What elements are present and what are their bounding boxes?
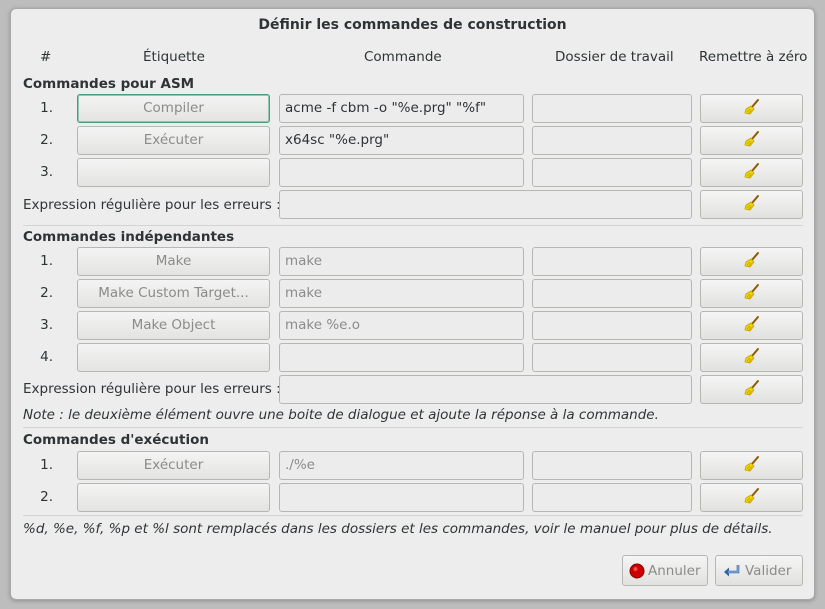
asm-label-button-2[interactable]: Exécuter: [77, 126, 270, 155]
header-reset: Remettre à zéro: [699, 49, 808, 65]
indep-workdir-field-4[interactable]: [532, 343, 692, 372]
row-number: 1.: [40, 253, 53, 269]
row-number: 2.: [40, 285, 53, 301]
stop-circle-icon: [629, 563, 645, 579]
asm-regex-field[interactable]: [279, 190, 692, 219]
row-number: 3.: [40, 164, 53, 180]
indep-command-field-2[interactable]: make: [279, 279, 524, 308]
section-execute-title: Commandes d'exécution: [23, 432, 209, 448]
row-number: 3.: [40, 317, 53, 333]
asm-regex-label: Expression régulière pour les erreurs :: [23, 197, 281, 213]
header-command: Commande: [364, 49, 442, 65]
exec-label-button-1[interactable]: Exécuter: [77, 451, 270, 480]
ok-button[interactable]: Valider: [715, 555, 803, 586]
cancel-button[interactable]: Annuler: [622, 555, 708, 586]
indep-reset-button-3[interactable]: [700, 311, 803, 340]
section-asm-title: Commandes pour ASM: [23, 76, 195, 92]
broom-icon: [743, 130, 761, 152]
asm-reset-button-1[interactable]: [700, 94, 803, 123]
dialog-title: Définir les commandes de construction: [258, 17, 567, 33]
exec-workdir-field-2[interactable]: [532, 483, 692, 512]
indep-reset-button-2[interactable]: [700, 279, 803, 308]
broom-icon: [743, 98, 761, 120]
indep-label-button-4[interactable]: [77, 343, 270, 372]
indep-reset-button-1[interactable]: [700, 247, 803, 276]
enter-arrow-icon: [722, 563, 742, 579]
broom-icon: [743, 283, 761, 305]
asm-label-button-1[interactable]: Compiler: [77, 94, 270, 123]
exec-reset-button-1[interactable]: [700, 451, 803, 480]
separator: [23, 427, 803, 428]
ok-button-label: Valider: [745, 562, 792, 579]
broom-icon: [743, 347, 761, 369]
asm-regex-reset-button[interactable]: [700, 190, 803, 219]
exec-command-field-2[interactable]: [279, 483, 524, 512]
broom-icon: [743, 455, 761, 477]
asm-reset-button-2[interactable]: [700, 126, 803, 155]
indep-workdir-field-2[interactable]: [532, 279, 692, 308]
asm-command-field-3[interactable]: [279, 158, 524, 187]
asm-label-button-3[interactable]: [77, 158, 270, 187]
asm-command-field-1[interactable]: acme -f cbm -o "%e.prg" "%f": [279, 94, 524, 123]
header-workdir: Dossier de travail: [555, 49, 674, 65]
indep-regex-field[interactable]: [279, 375, 692, 404]
row-number: 2.: [40, 489, 53, 505]
indep-command-field-1[interactable]: make: [279, 247, 524, 276]
indep-label-button-3[interactable]: Make Object: [77, 311, 270, 340]
substitution-note: %d, %e, %f, %p et %l sont remplacés dans…: [23, 521, 773, 537]
indep-regex-reset-button[interactable]: [700, 375, 803, 404]
indep-workdir-field-1[interactable]: [532, 247, 692, 276]
broom-icon: [743, 487, 761, 509]
exec-label-button-2[interactable]: [77, 483, 270, 512]
exec-workdir-field-1[interactable]: [532, 451, 692, 480]
broom-icon: [743, 379, 761, 401]
indep-command-field-3[interactable]: make %e.o: [279, 311, 524, 340]
row-number: 1.: [40, 457, 53, 473]
asm-reset-button-3[interactable]: [700, 158, 803, 187]
broom-icon: [743, 194, 761, 216]
separator: [23, 225, 803, 226]
indep-regex-label: Expression régulière pour les erreurs :: [23, 381, 281, 397]
separator: [23, 515, 803, 516]
header-num: #: [40, 49, 52, 65]
broom-icon: [743, 162, 761, 184]
build-commands-dialog: Définir les commandes de construction # …: [10, 8, 815, 600]
asm-command-field-2[interactable]: x64sc "%e.prg": [279, 126, 524, 155]
row-number: 1.: [40, 100, 53, 116]
row-number: 4.: [40, 349, 53, 365]
exec-reset-button-2[interactable]: [700, 483, 803, 512]
asm-workdir-field-2[interactable]: [532, 126, 692, 155]
indep-label-button-2[interactable]: Make Custom Target...: [77, 279, 270, 308]
exec-command-field-1[interactable]: ./%e: [279, 451, 524, 480]
broom-icon: [743, 315, 761, 337]
cancel-button-label: Annuler: [648, 562, 701, 579]
row-number: 2.: [40, 132, 53, 148]
asm-workdir-field-1[interactable]: [532, 94, 692, 123]
asm-workdir-field-3[interactable]: [532, 158, 692, 187]
indep-command-field-4[interactable]: [279, 343, 524, 372]
independent-note: Note : le deuxième élément ouvre une boi…: [23, 407, 659, 423]
indep-workdir-field-3[interactable]: [532, 311, 692, 340]
indep-label-button-1[interactable]: Make: [77, 247, 270, 276]
indep-reset-button-4[interactable]: [700, 343, 803, 372]
broom-icon: [743, 251, 761, 273]
section-independent-title: Commandes indépendantes: [23, 229, 235, 245]
header-label: Étiquette: [143, 49, 205, 65]
